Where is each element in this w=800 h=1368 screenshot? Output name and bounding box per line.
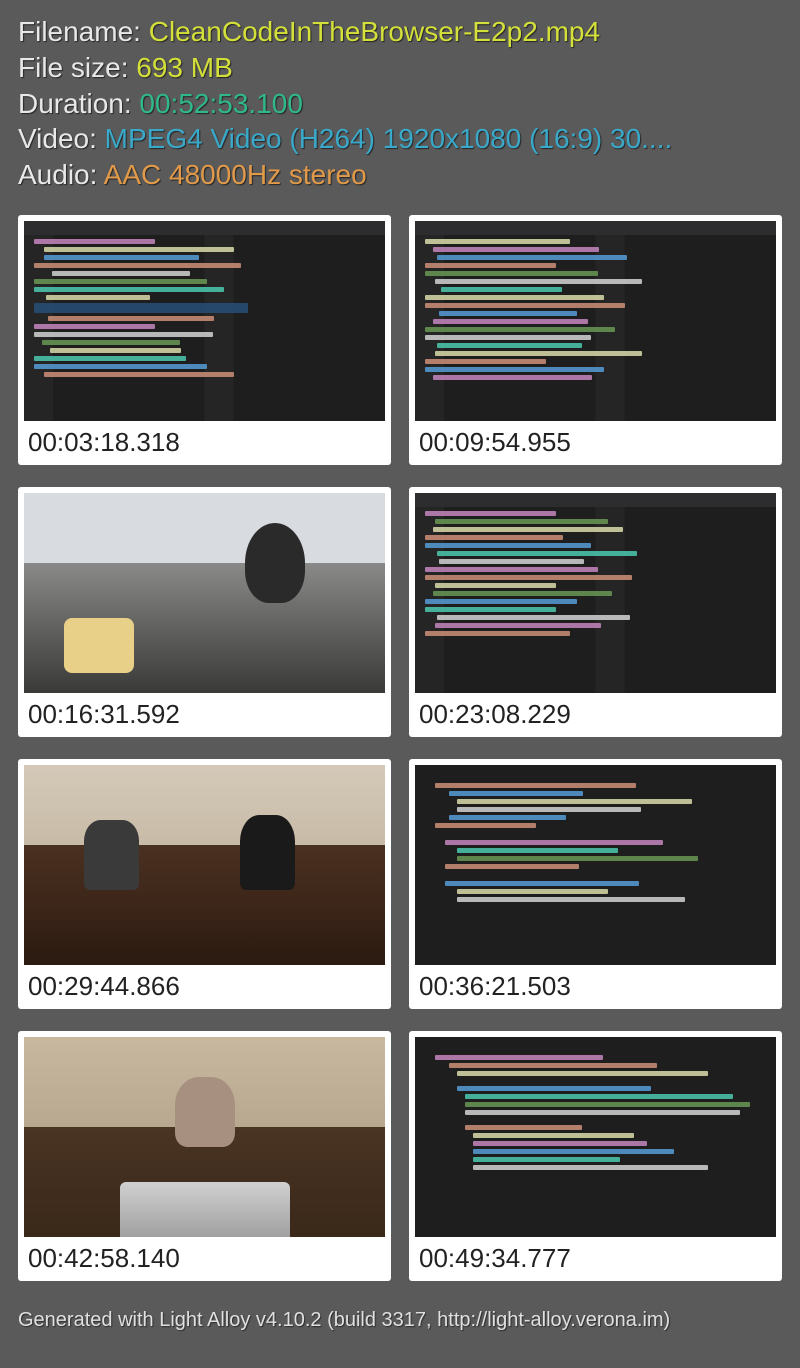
audio-value: AAC 48000Hz stereo xyxy=(104,159,367,190)
footer-text: Generated with Light Alloy v4.10.2 (buil… xyxy=(0,1291,800,1332)
thumbnail-image xyxy=(415,221,776,421)
video-row: Video: MPEG4 Video (H264) 1920x1080 (16:… xyxy=(18,121,782,157)
thumbnail-card: 00:29:44.866 xyxy=(18,759,391,1009)
thumbnail-timestamp: 00:23:08.229 xyxy=(415,693,776,733)
duration-value: 00:52:53.100 xyxy=(139,88,303,119)
thumbnail-grid: 00:03:18.318 00:09:54.955 00 xyxy=(18,215,782,1281)
thumbnail-timestamp: 00:03:18.318 xyxy=(24,421,385,461)
thumbnail-timestamp: 00:49:34.777 xyxy=(415,1237,776,1277)
thumbnail-image xyxy=(415,1037,776,1237)
duration-label: Duration: xyxy=(18,88,139,119)
filesize-value: 693 MB xyxy=(136,52,233,83)
thumbnail-card: 00:03:18.318 xyxy=(18,215,391,465)
thumbnail-timestamp: 00:29:44.866 xyxy=(24,965,385,1005)
thumbnail-image xyxy=(24,765,385,965)
thumbnail-card: 00:36:21.503 xyxy=(409,759,782,1009)
thumbnail-timestamp: 00:42:58.140 xyxy=(24,1237,385,1277)
audio-row: Audio: AAC 48000Hz stereo xyxy=(18,157,782,193)
thumbnail-image xyxy=(24,493,385,693)
thumbnail-image xyxy=(415,765,776,965)
audio-label: Audio: xyxy=(18,159,104,190)
thumbnail-card: 00:16:31.592 xyxy=(18,487,391,737)
video-value: MPEG4 Video (H264) 1920x1080 (16:9) 30..… xyxy=(105,123,673,154)
filename-row: Filename: CleanCodeInTheBrowser-E2p2.mp4 xyxy=(18,14,782,50)
thumbnail-timestamp: 00:09:54.955 xyxy=(415,421,776,461)
thumbnail-card: 00:49:34.777 xyxy=(409,1031,782,1281)
filename-value: CleanCodeInTheBrowser-E2p2.mp4 xyxy=(149,16,600,47)
filename-label: Filename: xyxy=(18,16,149,47)
thumbnail-card: 00:23:08.229 xyxy=(409,487,782,737)
thumbnail-image xyxy=(415,493,776,693)
thumbnail-timestamp: 00:16:31.592 xyxy=(24,693,385,733)
filesize-label: File size: xyxy=(18,52,136,83)
file-info-block: Filename: CleanCodeInTheBrowser-E2p2.mp4… xyxy=(18,14,782,193)
duration-row: Duration: 00:52:53.100 xyxy=(18,86,782,122)
thumbnail-timestamp: 00:36:21.503 xyxy=(415,965,776,1005)
filesize-row: File size: 693 MB xyxy=(18,50,782,86)
video-label: Video: xyxy=(18,123,105,154)
thumbnail-image xyxy=(24,221,385,421)
thumbnail-card: 00:09:54.955 xyxy=(409,215,782,465)
thumbnail-image xyxy=(24,1037,385,1237)
thumbnail-card: 00:42:58.140 xyxy=(18,1031,391,1281)
